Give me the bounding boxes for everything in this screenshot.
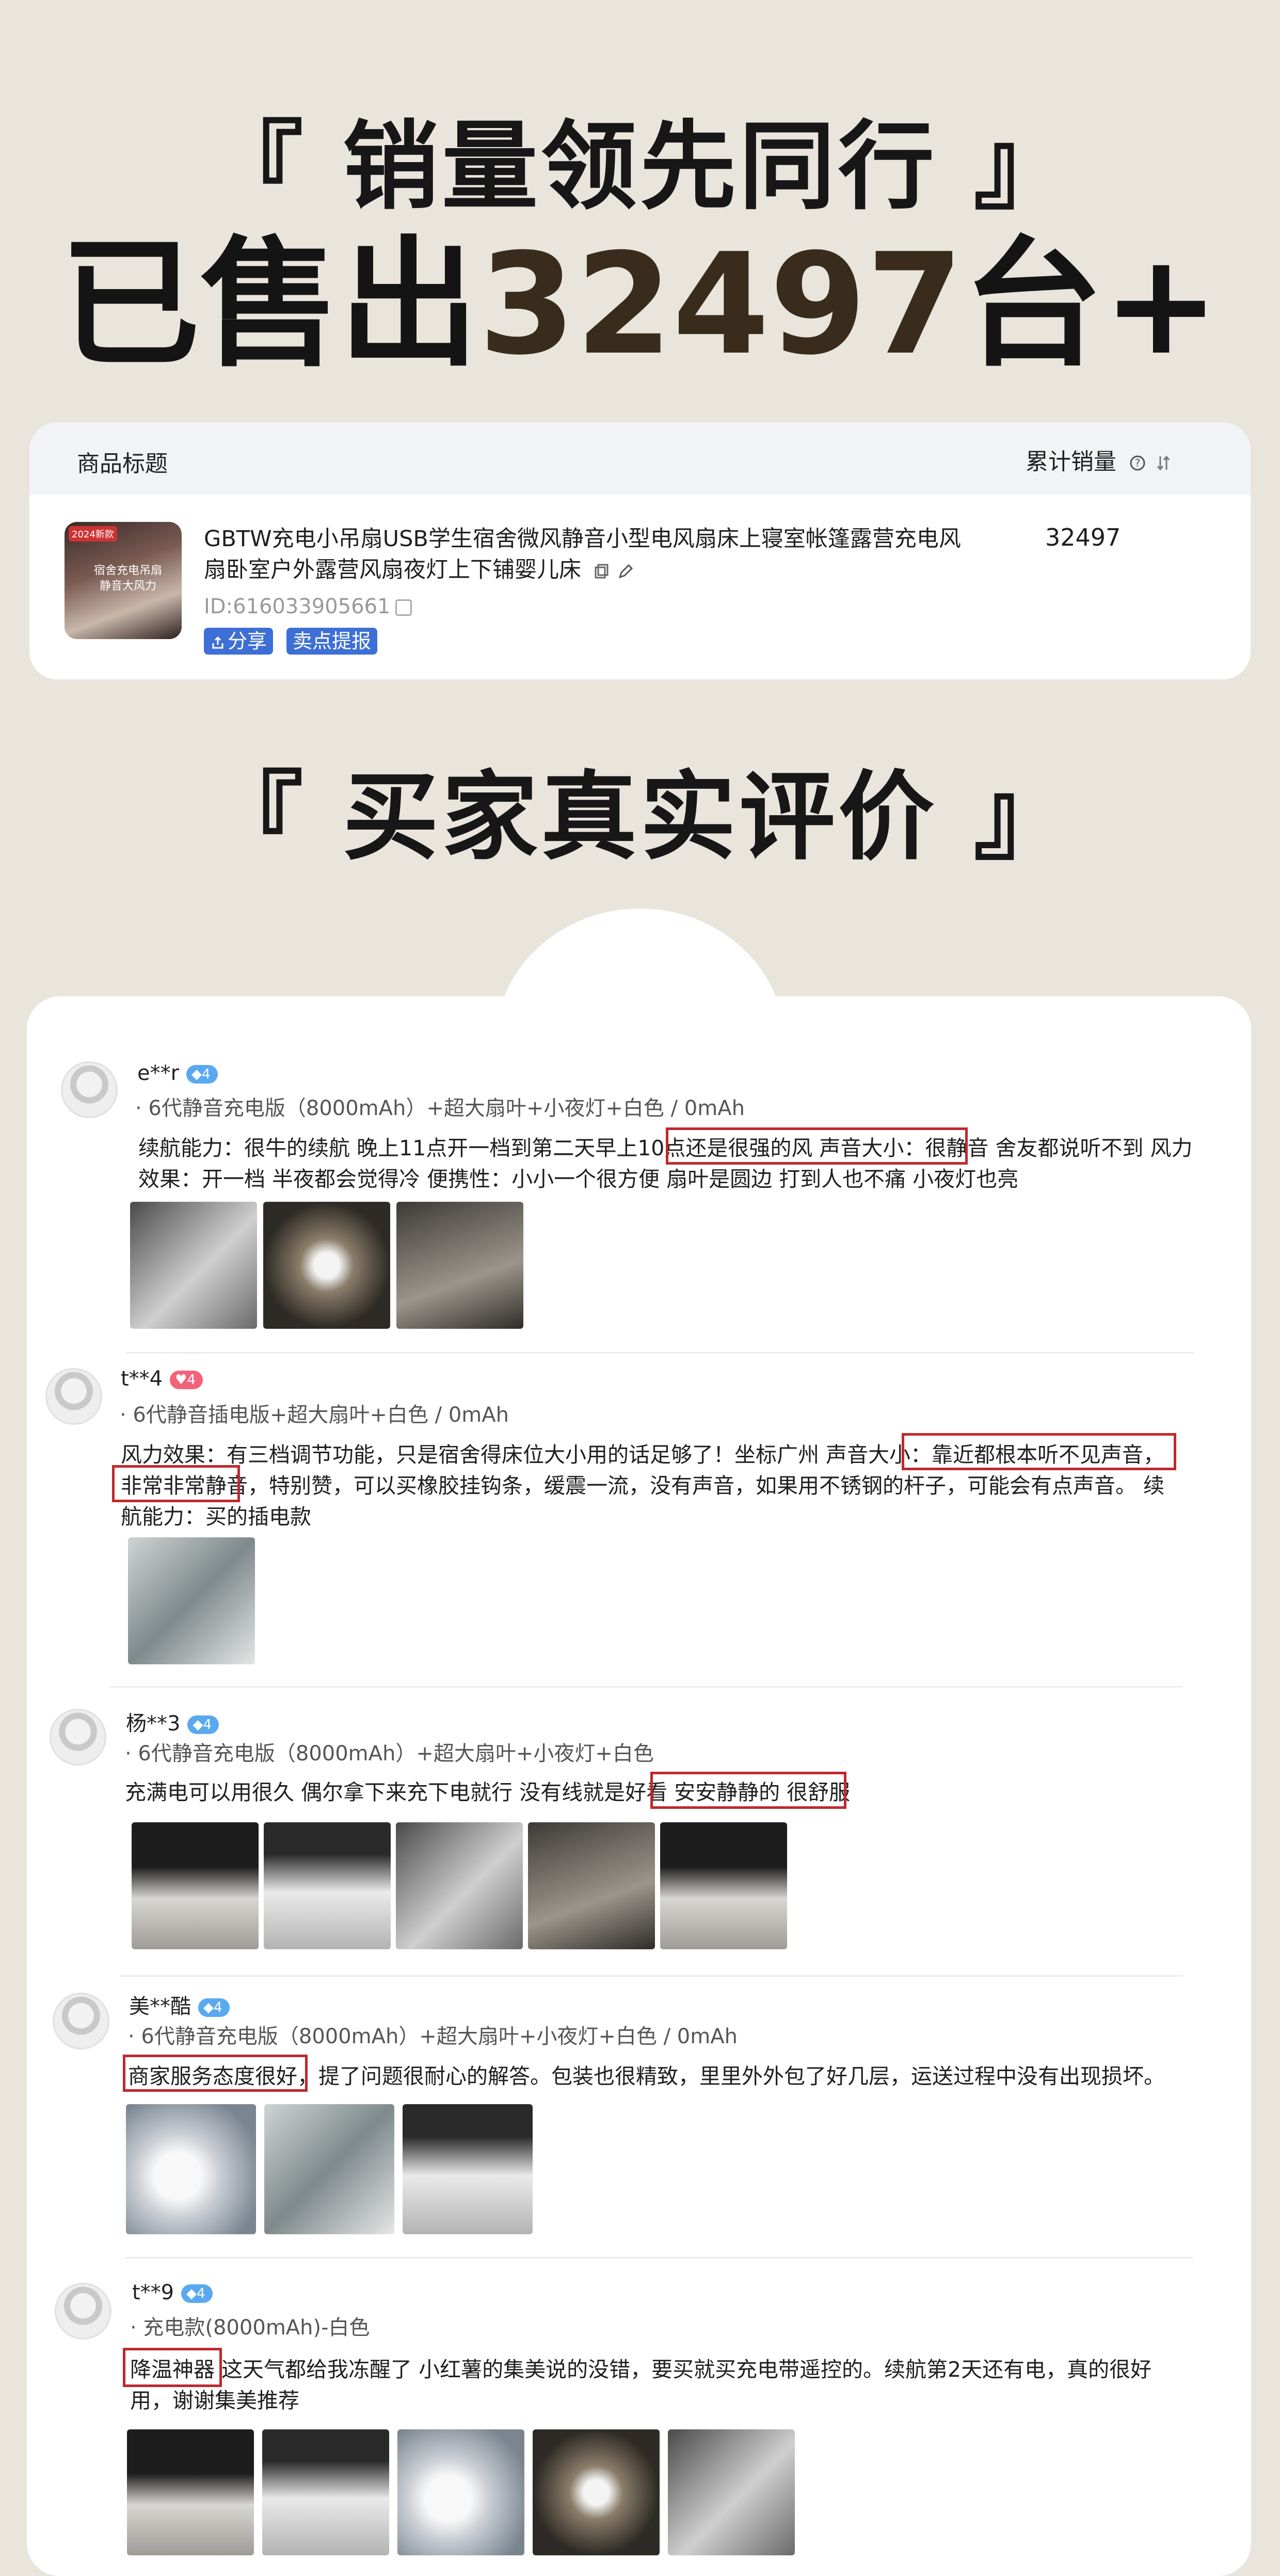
share-label: 分享 bbox=[228, 630, 267, 653]
review-spec: · 6代静音充电版（8000mAh）+超大扇叶+小夜灯+白色 / 0mAh bbox=[128, 2025, 738, 2048]
product-table-header: 商品标题 累计销量 ? bbox=[29, 422, 1251, 495]
thumbnail-tag: 2024新款 bbox=[69, 526, 117, 542]
sold-count-heading: 已售出32497台+ bbox=[0, 235, 1280, 374]
member-level-number: 4 bbox=[214, 2000, 222, 2015]
review-photo[interactable] bbox=[397, 2429, 524, 2555]
username-text: t**9 bbox=[132, 2281, 174, 2304]
review-divider bbox=[126, 1352, 1194, 1354]
username-text: 杨**3 bbox=[126, 1712, 181, 1736]
review-photo[interactable] bbox=[396, 1822, 523, 1949]
member-level-badge: ◆4 bbox=[198, 1998, 230, 2017]
avatar[interactable] bbox=[61, 1061, 118, 1118]
review-spec: · 充电款(8000mAh)-白色 bbox=[130, 2316, 370, 2340]
review-username[interactable]: t**4 ♥4 bbox=[121, 1367, 203, 1391]
reviews-heading: 『 买家真实评价 』 bbox=[207, 761, 1073, 873]
member-level-badge: ♥4 bbox=[170, 1371, 203, 1389]
product-id-text: ID:616033905661 bbox=[204, 595, 391, 618]
product-action-tags: 分享 卖点提报 bbox=[204, 628, 378, 655]
review-photo[interactable] bbox=[533, 2429, 660, 2555]
copy-icon[interactable] bbox=[593, 563, 610, 580]
highlight-box bbox=[650, 1772, 846, 1809]
review-photo[interactable] bbox=[128, 1537, 255, 1664]
review-photo[interactable] bbox=[264, 1822, 391, 1949]
highlight-box bbox=[123, 2055, 308, 2092]
review-spec: · 6代静音充电版（8000mAh）+超大扇叶+小夜灯+白色 / 0mAh bbox=[135, 1096, 745, 1120]
username-text: t**4 bbox=[121, 1367, 163, 1391]
review-spec: · 6代静音插电版+超大扇叶+白色 / 0mAh bbox=[120, 1403, 509, 1427]
review-photos bbox=[130, 1202, 523, 1329]
product-title[interactable]: GBTW充电小吊扇USB学生宿舍微风静音小型电风扇床上寝室帐篷露营充电风扇卧室户… bbox=[204, 523, 978, 585]
review-photo[interactable] bbox=[132, 1822, 259, 1949]
sales-lead-heading: 『 销量领先同行 』 bbox=[207, 110, 1073, 222]
review-photo[interactable] bbox=[528, 1822, 655, 1949]
thumbnail-text: 宿舍充电吊扇 静音大风力 bbox=[93, 564, 162, 593]
avatar[interactable] bbox=[45, 1368, 102, 1425]
review-username[interactable]: e**r ◆4 bbox=[137, 1061, 218, 1085]
review-photo[interactable] bbox=[660, 1822, 787, 1949]
highlight-box bbox=[902, 1433, 1176, 1470]
review-photos bbox=[126, 2104, 533, 2234]
product-thumbnail[interactable]: 2024新款 宿舍充电吊扇 静音大风力 bbox=[65, 522, 182, 639]
column-sales-label: 累计销量 bbox=[1026, 449, 1116, 475]
sold-number: 32497 bbox=[478, 223, 964, 386]
avatar[interactable] bbox=[50, 1709, 106, 1766]
product-id: ID:616033905661 bbox=[204, 595, 412, 618]
review-photos bbox=[132, 1822, 787, 1949]
member-level-number: 4 bbox=[197, 2286, 205, 2301]
member-level-number: 4 bbox=[187, 1372, 196, 1388]
selling-point-tag[interactable]: 卖点提报 bbox=[286, 628, 378, 655]
review-photo[interactable] bbox=[263, 1202, 390, 1329]
help-circle-icon[interactable]: ? bbox=[1129, 454, 1146, 472]
review-photo[interactable] bbox=[130, 1202, 257, 1329]
review-divider bbox=[125, 2257, 1193, 2259]
member-level-badge: ◆4 bbox=[186, 1065, 218, 1084]
sold-suffix: 台+ bbox=[963, 223, 1220, 386]
review-username[interactable]: 美**酷 ◆4 bbox=[129, 1990, 230, 2020]
highlight-box bbox=[112, 1465, 240, 1502]
review-photo[interactable] bbox=[126, 2104, 256, 2234]
column-cumulative-sales[interactable]: 累计销量 ? bbox=[1026, 443, 1171, 476]
member-level-badge: ◆4 bbox=[181, 2284, 213, 2303]
review-photo[interactable] bbox=[403, 2104, 533, 2234]
review-photos bbox=[128, 1537, 255, 1664]
username-text: e**r bbox=[137, 1061, 180, 1085]
username-text: 美**酷 bbox=[129, 1995, 191, 2018]
product-sales-value: 32497 bbox=[1045, 523, 1121, 551]
review-divider bbox=[109, 1686, 1183, 1688]
column-product-title: 商品标题 bbox=[77, 451, 168, 477]
member-level-number: 4 bbox=[203, 1717, 212, 1732]
review-photos bbox=[127, 2429, 795, 2555]
review-photo[interactable] bbox=[668, 2429, 795, 2555]
review-photo[interactable] bbox=[262, 2429, 389, 2555]
share-icon bbox=[212, 636, 223, 648]
sort-icon[interactable] bbox=[1156, 454, 1171, 472]
product-title-text: GBTW充电小吊扇USB学生宿舍微风静音小型电风扇床上寝室帐篷露营充电风扇卧室户… bbox=[204, 526, 961, 583]
review-spec: · 6代静音充电版（8000mAh）+超大扇叶+小夜灯+白色 bbox=[125, 1742, 654, 1766]
review-username[interactable]: 杨**3 ◆4 bbox=[126, 1707, 219, 1737]
highlight-box bbox=[666, 1127, 968, 1165]
avatar[interactable] bbox=[53, 1993, 109, 2049]
svg-text:?: ? bbox=[1135, 457, 1141, 469]
review-photo[interactable] bbox=[127, 2429, 254, 2555]
highlight-box bbox=[123, 2348, 222, 2387]
review-text: 降温神器 这天气都给我冻醒了 小红薯的集美说的没错，要买就买充电带遥控的。续航第… bbox=[130, 2357, 1152, 2413]
review-divider bbox=[120, 1975, 1183, 1977]
review-photo[interactable] bbox=[264, 2104, 394, 2234]
member-level-badge: ◆4 bbox=[187, 1715, 219, 1734]
product-sales-card: 商品标题 累计销量 ? 2024新款 宿舍充电吊扇 静音大风力 GBTW充电小吊… bbox=[29, 422, 1251, 679]
share-tag[interactable]: 分享 bbox=[204, 628, 274, 655]
avatar[interactable] bbox=[55, 2283, 111, 2340]
sold-prefix: 已售出 bbox=[60, 223, 479, 386]
member-level-number: 4 bbox=[202, 1067, 211, 1082]
id-copy-icon[interactable] bbox=[395, 599, 412, 616]
review-username[interactable]: t**9 ◆4 bbox=[132, 2281, 213, 2304]
reviews-card: e**r ◆4 · 6代静音充电版（8000mAh）+超大扇叶+小夜灯+白色 / … bbox=[27, 996, 1251, 2576]
edit-icon[interactable] bbox=[617, 563, 634, 580]
review-photo[interactable] bbox=[396, 1202, 523, 1329]
